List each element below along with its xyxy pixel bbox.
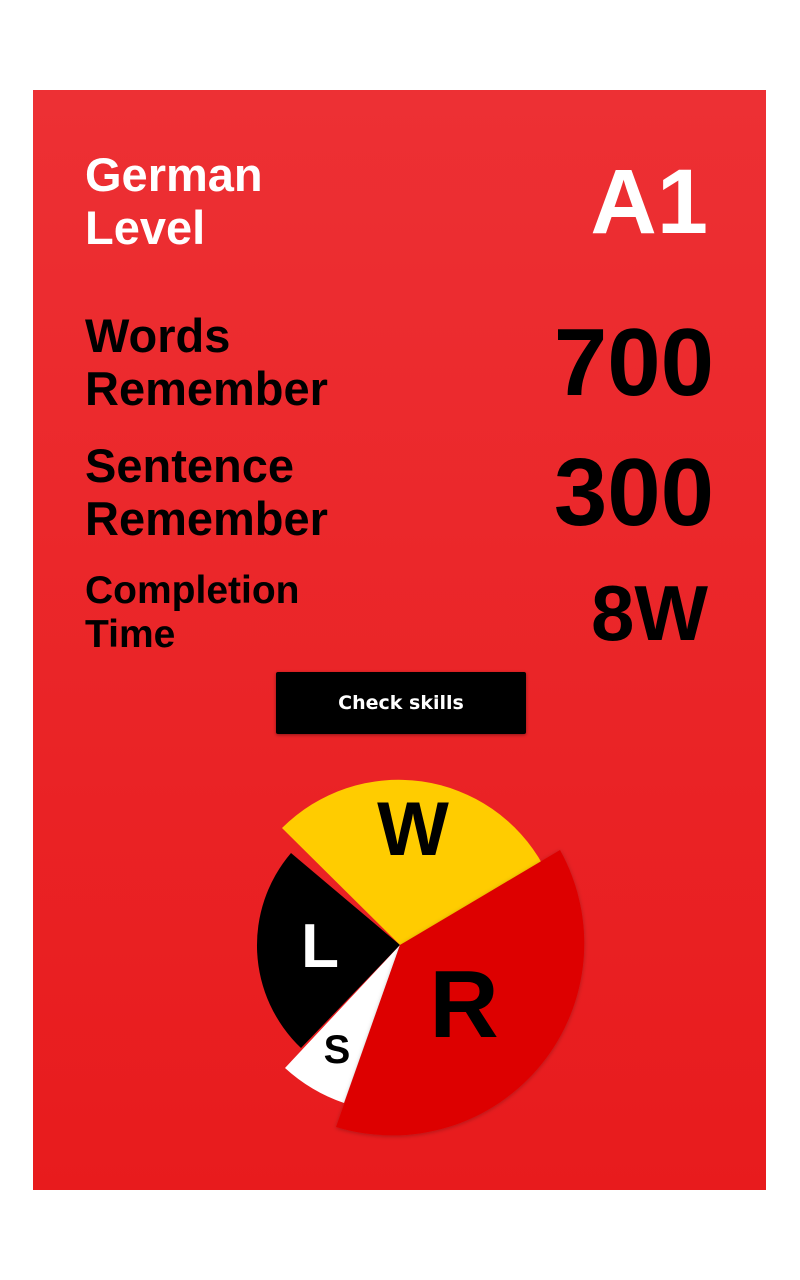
- level-label-line1: German: [85, 148, 263, 202]
- completion-value: 8W: [591, 569, 708, 657]
- words-label: Words Remember: [85, 310, 328, 415]
- words-label-line2: Remember: [85, 362, 328, 415]
- level-value: A1: [590, 151, 708, 253]
- skill-segment-listening: [256, 853, 400, 1048]
- skill-segment-speaking: [285, 945, 400, 1103]
- completion-label-line2: Time: [85, 613, 176, 656]
- check-skills-button[interactable]: Check skills: [276, 672, 526, 734]
- completion-label: Completion Time: [85, 569, 299, 656]
- words-value: 700: [553, 309, 714, 416]
- completion-row: Completion Time 8W: [85, 568, 714, 658]
- skill-segment-writing: [282, 779, 543, 945]
- words-row: Words Remember 700: [85, 308, 714, 418]
- sentences-label: Sentence Remember: [85, 440, 328, 545]
- words-label-line1: Words: [85, 309, 231, 363]
- level-label: German Level: [85, 149, 263, 254]
- sentences-label-line1: Sentence: [85, 439, 294, 493]
- level-card: German Level A1 Words Remember 700 Sente…: [33, 90, 766, 1190]
- skill-letter-speaking: S: [324, 1028, 351, 1072]
- sentences-row: Sentence Remember 300: [85, 438, 714, 548]
- skill-letter-reading: R: [429, 951, 498, 1058]
- level-row: German Level A1: [85, 148, 714, 256]
- skill-letter-listening: L: [301, 912, 339, 981]
- sentences-label-line2: Remember: [85, 492, 328, 545]
- skill-segment-reading: [336, 850, 585, 1136]
- completion-label-line1: Completion: [85, 569, 300, 613]
- skill-letter-writing: W: [377, 787, 449, 872]
- sentences-value: 300: [553, 439, 714, 546]
- level-label-line2: Level: [85, 201, 206, 254]
